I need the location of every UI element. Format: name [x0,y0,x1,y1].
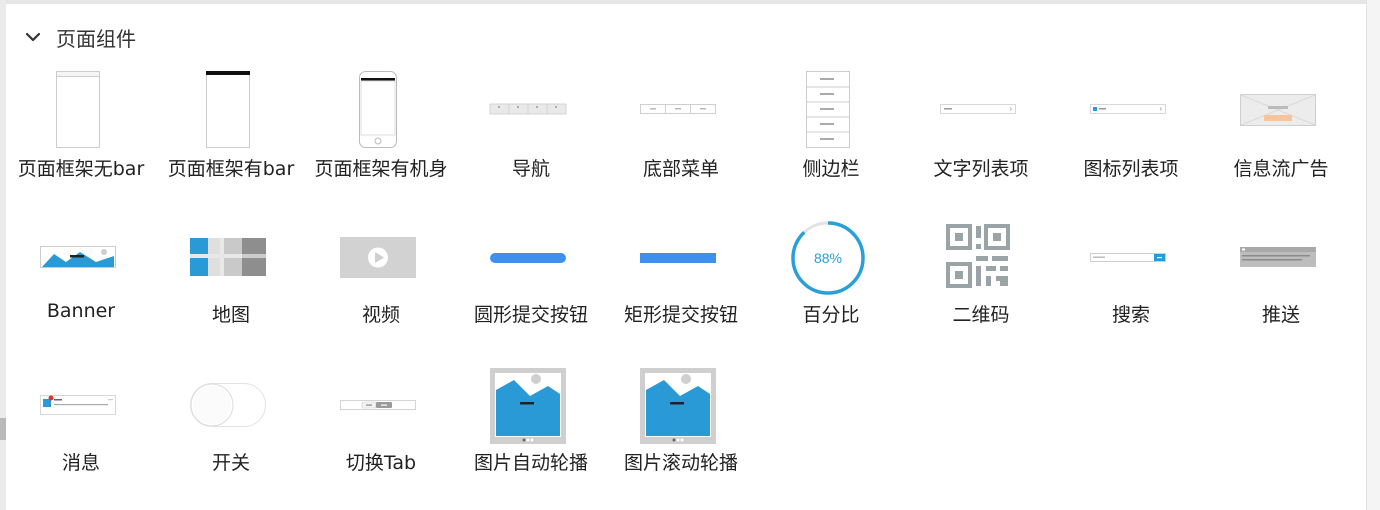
switch-tab-icon [306,358,456,452]
component-switch[interactable]: 开关 [156,358,306,498]
component-percent[interactable]: 88% 百分比 [756,210,906,350]
component-label: 视频 [361,304,400,326]
banner-image-icon [6,210,156,304]
component-label: 地图 [211,304,250,326]
component-label: 圆形提交按钮 [473,304,588,326]
feed-ad-icon [1206,62,1356,156]
component-banner[interactable]: Banner [6,210,156,350]
component-label: 底部菜单 [642,158,719,180]
search-bar-icon [1056,210,1206,304]
text-list-item-icon [906,62,1056,156]
rect-submit-button-icon [606,210,756,304]
component-sidebar[interactable]: 侧边栏 [756,62,906,202]
component-label: 文字列表项 [933,158,1029,180]
component-label: 二维码 [952,304,1010,326]
component-icon-list[interactable]: 图标列表项 [1056,62,1206,202]
phone-frame-icon [6,62,156,156]
component-bottom-menu[interactable]: 底部菜单 [606,62,756,202]
map-icon [156,210,306,304]
component-scroll-carousel[interactable]: 图片滚动轮播 [606,358,756,498]
window-top-border [0,0,1380,4]
component-frame-bar[interactable]: 页面框架有bar [156,62,306,202]
component-label: 推送 [1261,304,1300,326]
component-label: 搜索 [1111,304,1150,326]
component-push[interactable]: 推送 [1206,210,1356,350]
component-round-button[interactable]: 圆形提交按钮 [456,210,606,350]
component-label: 页面框架有bar [167,158,295,180]
component-label: 图标列表项 [1083,158,1179,180]
toggle-switch-icon [156,358,306,452]
vertical-scrollbar[interactable] [1366,0,1380,510]
component-label: 图片自动轮播 [473,452,588,474]
bottom-menu-icon [606,62,756,156]
progress-ring-icon: 88% [756,210,906,304]
component-message[interactable]: 消息 [6,358,156,498]
component-label: 矩形提交按钮 [623,304,738,326]
round-submit-button-icon [456,210,606,304]
image-carousel-icon [606,358,756,452]
component-nav[interactable]: 导航 [456,62,606,202]
component-frame-nobar[interactable]: 页面框架无bar [6,62,156,202]
section-header[interactable]: 页面组件 [22,22,136,52]
component-map[interactable]: 地图 [156,210,306,350]
phone-frame-bar-icon [156,62,306,156]
sidebar-list-icon [756,62,906,156]
video-play-icon [306,210,456,304]
component-qrcode[interactable]: 二维码 [906,210,1056,350]
component-label: 页面框架无bar [17,158,145,180]
component-video[interactable]: 视频 [306,210,456,350]
component-label: 开关 [211,452,250,474]
component-label: 图片滚动轮播 [623,452,738,474]
component-switch-tab[interactable]: 切换Tab [306,358,456,498]
section-title: 页面组件 [56,26,136,51]
component-label: 侧边栏 [802,158,860,180]
component-auto-carousel[interactable]: 图片自动轮播 [456,358,606,498]
component-frame-body[interactable]: 页面框架有机身 [306,62,456,202]
component-search[interactable]: 搜索 [1056,210,1206,350]
icon-list-item-icon [1056,62,1206,156]
component-label: 导航 [511,158,550,180]
component-text-list[interactable]: 文字列表项 [906,62,1056,202]
component-label: 页面框架有机身 [314,158,448,180]
component-feed-ad[interactable]: 信息流广告 [1206,62,1356,202]
qr-code-icon [906,210,1056,304]
component-label: 百分比 [802,304,860,326]
image-carousel-icon [456,358,606,452]
component-label: 消息 [61,452,100,474]
progress-value-text: 88% [814,250,842,266]
push-notification-icon [1206,210,1356,304]
chevron-down-icon[interactable] [22,26,44,48]
component-label: 信息流广告 [1233,158,1329,180]
phone-device-icon [306,62,456,156]
nav-bar-icon [456,62,606,156]
component-rect-button[interactable]: 矩形提交按钮 [606,210,756,350]
component-label: Banner [46,300,116,322]
component-label: 切换Tab [345,452,417,474]
message-item-icon [6,358,156,452]
